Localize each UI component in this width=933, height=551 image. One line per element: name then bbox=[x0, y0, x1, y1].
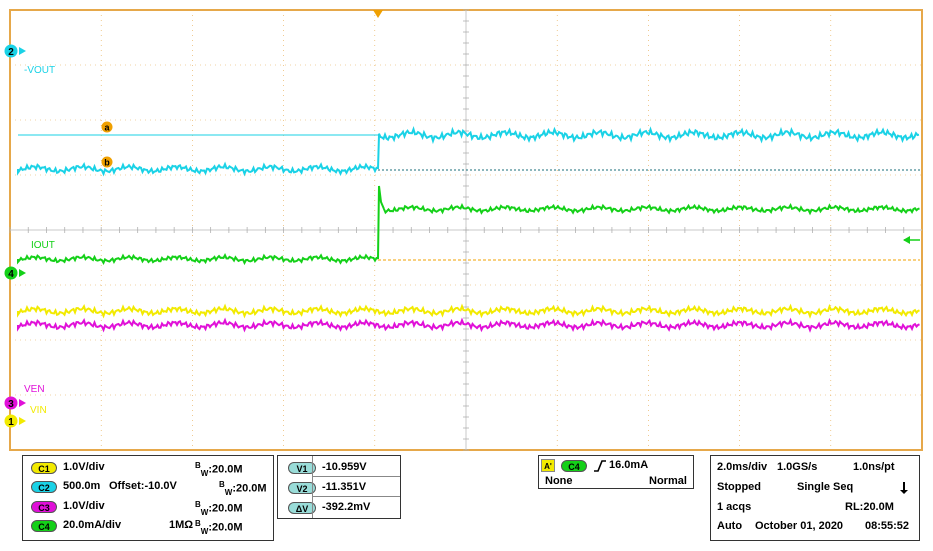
ch3-label: VEN bbox=[24, 384, 45, 395]
ch1-marker-label: 1 bbox=[8, 417, 14, 428]
ch3-scale: 1.0V/div bbox=[63, 500, 105, 512]
cursor-measurements-panel: V1 -10.959V V2 -11.351V ΔV -392.2mV bbox=[277, 455, 401, 519]
acquisition-panel: 2.0ms/div 1.0GS/s 1.0ns/pt Stopped Singl… bbox=[710, 455, 920, 541]
ch2-bandwidth: BW:20.0M bbox=[219, 480, 267, 497]
ch2-marker-label: 2 bbox=[8, 47, 14, 58]
acquisition-date: October 01, 2020 bbox=[755, 520, 844, 532]
acquisition-time: 08:55:52 bbox=[865, 520, 910, 532]
record-length: RL:20.0M bbox=[845, 501, 894, 513]
trigger-mode-icon: A' bbox=[541, 459, 555, 472]
ch3-bandwidth: BW:20.0M bbox=[195, 500, 243, 517]
cursor-b-label: b bbox=[104, 158, 110, 168]
trigger-panel[interactable]: A' C4 16.0mA None Normal bbox=[538, 455, 694, 489]
channel-settings-panel: C1 1.0V/div BW:20.0M C2 500.0m Offset:-1… bbox=[22, 455, 274, 541]
acquisition-state: Stopped bbox=[717, 481, 761, 493]
resolution: 1.0ns/pt bbox=[853, 461, 895, 473]
ch2-label: -VOUT bbox=[24, 65, 55, 76]
acquisition-count: 1 acqs bbox=[717, 501, 752, 513]
ch3-badge[interactable]: C3 bbox=[31, 501, 57, 513]
trigger-mode: Auto bbox=[717, 520, 743, 532]
acquisition-sequence[interactable]: Single Seq bbox=[797, 481, 853, 493]
rising-edge-icon bbox=[594, 460, 606, 472]
v2-value: -11.351V bbox=[322, 481, 367, 493]
ch2-scale: 500.0m bbox=[63, 480, 101, 492]
ch1-scale: 1.0V/div bbox=[63, 461, 105, 473]
trigger-type: Normal bbox=[649, 475, 687, 487]
sample-rate: 1.0GS/s bbox=[777, 461, 818, 473]
trigger-coupling: None bbox=[545, 475, 573, 487]
ch1-label: VIN bbox=[30, 405, 47, 416]
timebase[interactable]: 2.0ms/div bbox=[717, 461, 767, 473]
stop-arrow-icon bbox=[900, 482, 908, 494]
trigger-level: 16.0mA bbox=[609, 459, 649, 471]
ch4-scale: 20.0mA/div bbox=[63, 519, 122, 531]
delta-v-value: -392.2mV bbox=[322, 501, 371, 513]
trigger-source-badge: C4 bbox=[561, 460, 587, 472]
ch4-badge[interactable]: C4 bbox=[31, 520, 57, 532]
waveform-display: 2 4 3 1 -VOUT IOUT VEN VIN a b bbox=[4, 9, 923, 451]
ch1-bandwidth: BW:20.0M bbox=[195, 461, 243, 478]
ch4-coupling: 1MΩ bbox=[169, 519, 194, 531]
cursor-a-marker[interactable]: a bbox=[101, 121, 113, 133]
ch3-marker-label: 3 bbox=[8, 399, 14, 410]
ch1-badge[interactable]: C1 bbox=[31, 462, 57, 474]
ch4-marker-label: 4 bbox=[8, 269, 14, 280]
v1-value: -10.959V bbox=[322, 461, 367, 473]
cursor-b-marker[interactable]: b bbox=[101, 156, 113, 168]
ch4-label: IOUT bbox=[31, 240, 55, 251]
ch2-trace-step bbox=[377, 134, 380, 170]
ch4-bandwidth: BW:20.0M bbox=[195, 519, 243, 536]
ch2-offset: Offset:-10.0V bbox=[109, 480, 177, 492]
ch2-badge[interactable]: C2 bbox=[31, 481, 57, 493]
